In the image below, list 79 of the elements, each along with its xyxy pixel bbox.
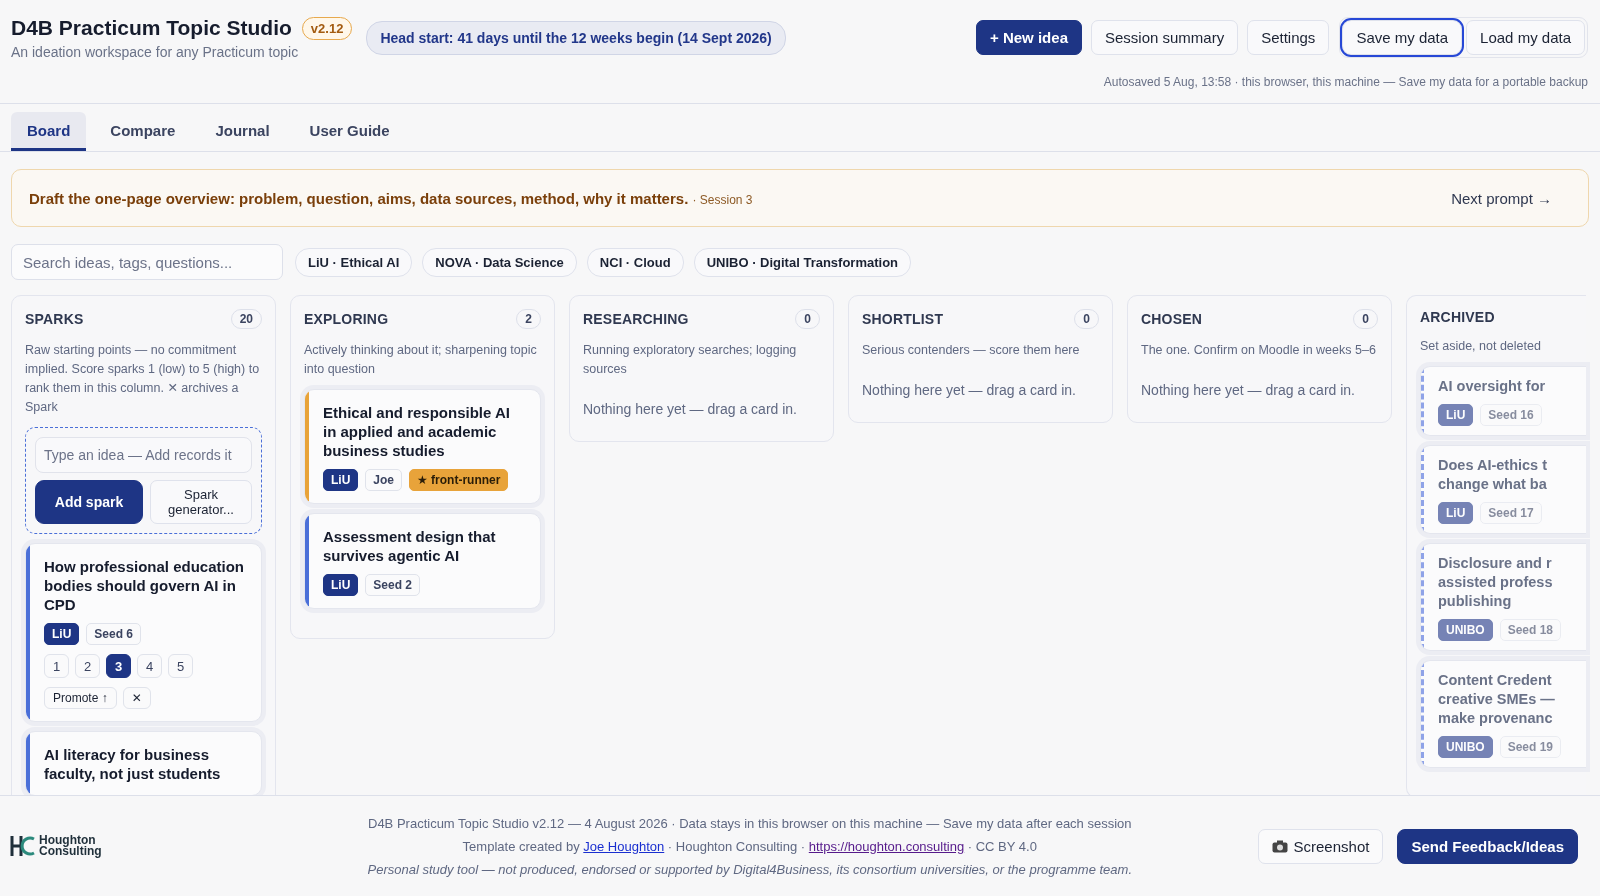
score-button[interactable]: 4 [137,654,162,678]
autosave-status: Autosaved 5 Aug, 13:58 · this browser, this machine — Save my data for a portable backup [1103,75,1588,89]
front-runner-tag: ★ front-runner [409,469,509,491]
version-badge: v2.12 [301,16,353,40]
column-description: Set aside, not deleted [1420,338,1542,355]
send-feedback-button[interactable]: Send Feedback/Ideas [1397,828,1578,864]
prompt-text: Draft the one-page overview: problem, question, aims, data sources, method, why it matters. · Session 3 [29,189,753,207]
promote-button[interactable]: Promote ↑ [44,687,117,709]
search-field[interactable]: Search ideas, tags, questions... [11,244,283,280]
card-title: Ethical and responsible AI in applied and academic business studies [323,403,511,460]
idea-input[interactable]: Type an idea — Add records it [35,437,252,473]
filter-chip[interactable]: NCI · Cloud [586,247,684,277]
column-description: Running exploratory searches; logging sources [583,342,798,378]
university-tag: UNIBO [1438,619,1493,641]
empty-message: Nothing here yet — drag a card in. [583,401,798,417]
app-subtitle: An ideation workspace for any Practicum topic [11,44,300,60]
tag-label: Joe [365,469,403,491]
tag-label: Seed 2 [365,574,421,596]
next-prompt-button[interactable]: Next prompt → [1445,188,1558,208]
column-description: Actively thinking about it; sharpening topic into question [304,342,538,378]
university-tag: LiU [323,469,359,491]
filter-chip[interactable]: LiU · Ethical AI [295,247,413,277]
archive-button[interactable]: ✕ [122,687,151,709]
column-title: SPARKS [25,311,84,327]
university-tag: LiU [323,574,359,596]
column-title: SHORTLIST [862,311,944,327]
toolbar-button[interactable]: Session summary [1090,20,1239,55]
filter-chip[interactable]: UNIBO · Digital Transformation [693,247,912,277]
author-link[interactable]: Joe Houghton [583,838,665,854]
university-tag: UNIBO [1438,736,1493,758]
column-description: Raw starting points — no commitment implied. Score sparks 1 (low) to 5 (high) to rank them in this column. ✕ archives a Spark [25,342,261,416]
add-spark-button[interactable]: Add spark [35,480,143,524]
website-link[interactable]: https://houghton.consulting [808,838,965,854]
university-tag: LiU [1438,404,1474,426]
spark-generator-button[interactable]: Spark generator... [150,480,252,524]
new-idea-button[interactable]: + New idea [976,20,1082,55]
tag-label: Seed 16 [1480,404,1542,426]
logo-mark-icon [10,834,36,858]
card-title: Content Credent creative SMEs — make provenanc [1438,671,1556,728]
app-title: D4B Practicum Topic Studio [11,16,292,40]
tab[interactable]: Compare [94,112,192,151]
tag-label: Seed 17 [1480,502,1542,524]
card-title: Assessment design that survives agentic AI [323,527,497,565]
empty-message: Nothing here yet — drag a card in. [862,382,1077,398]
countdown-banner: Head start: 41 days until the 12 weeks begin (14 Sept 2026) [366,21,786,55]
filter-chip[interactable]: NOVA · Data Science [422,247,577,277]
footer-text: D4B Practicum Topic Studio v2.12 — 4 August 2026 · Data stays in this browser on this machine — Save my data after each session [368,815,1132,831]
column-title: CHOSEN [1141,311,1203,327]
disclaimer-text: Personal study tool — not produced, endorsed or supported by Digital4Business, its consortium universities, or the programme team. [367,861,1132,877]
column-title: EXPLORING [304,311,389,327]
tag-label: Seed 6 [86,623,142,645]
column-description: The one. Confirm on Moodle in weeks 5–6 [1141,342,1377,359]
card-title: Does AI-ethics t change what ba [1438,456,1549,494]
tab[interactable]: Board [11,112,87,151]
tag-label: Seed 19 [1499,736,1562,758]
screenshot-button[interactable]: Screenshot [1257,828,1384,864]
tab[interactable]: Journal [199,112,286,151]
score-button[interactable]: 2 [75,654,100,678]
column-title: ARCHIVED [1420,309,1495,325]
toolbar-button[interactable]: Settings [1247,20,1330,55]
score-button[interactable]: 5 [168,654,193,678]
card-title: AI literacy for business faculty, not just students [44,745,222,783]
footer-credit: Template created by Joe Houghton · Houghton Consulting · https://houghton.consulting · CC BY 4.0 [462,838,1037,854]
camera-icon [1271,839,1288,853]
empty-message: Nothing here yet — drag a card in. [1141,382,1356,398]
university-tag: LiU [1438,502,1474,524]
score-button[interactable]: 3 [106,654,131,678]
data-button[interactable]: Load my data [1466,20,1585,55]
card-title: How professional education bodies should govern AI in CPD [44,557,246,614]
card-title: Disclosure and r assisted profess publishing [1438,554,1554,611]
university-tag: LiU [44,623,80,645]
data-button[interactable]: Save my data [1342,20,1463,55]
logo-wordmark: Houghton Consulting [39,835,102,857]
tab[interactable]: User Guide [293,112,406,151]
column-title: RESEARCHING [583,311,689,327]
column-description: Serious contenders — score them here [862,342,1081,359]
score-button[interactable]: 1 [44,654,69,678]
tag-label: Seed 18 [1499,619,1562,641]
card-title: AI oversight for [1438,377,1547,396]
